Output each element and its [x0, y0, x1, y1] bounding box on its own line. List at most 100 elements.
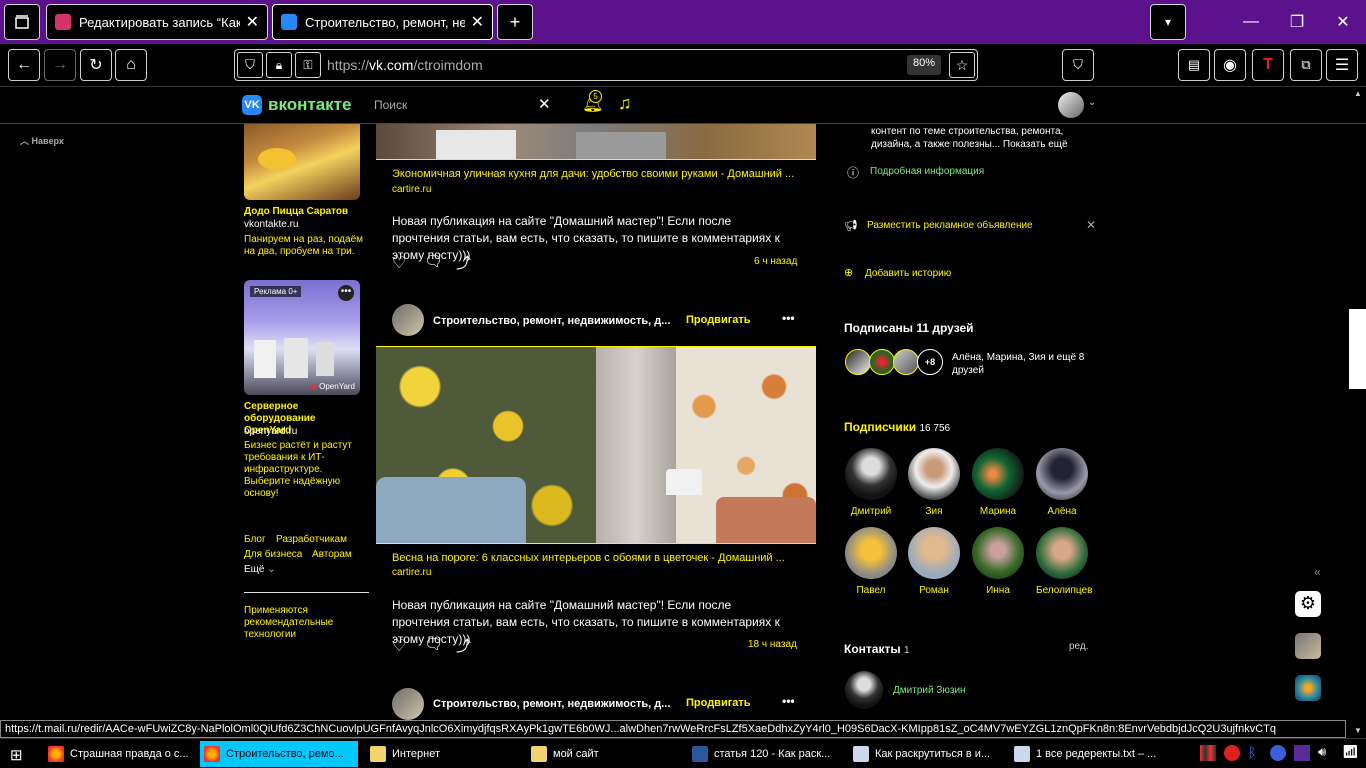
collapse-icon[interactable]: «: [1314, 565, 1321, 579]
scroll-down-icon[interactable]: ▼: [1354, 726, 1362, 735]
gear-icon[interactable]: ⚙: [1295, 591, 1321, 617]
close-tab-icon[interactable]: ✕: [246, 12, 259, 32]
ad-title[interactable]: Додо Пицца Саратов: [244, 206, 348, 217]
avatar[interactable]: [1058, 92, 1084, 118]
comment-icon[interactable]: 🗨︎: [424, 252, 443, 270]
ad-text[interactable]: Панируем на раз, подаём на два, пробуем …: [244, 234, 364, 258]
more-icon[interactable]: •••: [782, 311, 795, 325]
footer-link-business[interactable]: Для бизнеса: [244, 549, 302, 560]
home-button[interactable]: ⌂: [115, 49, 147, 81]
post-time[interactable]: 6 ч назад: [754, 256, 797, 267]
ad-domain[interactable]: openyard.ru: [244, 426, 297, 437]
subscriber[interactable]: Марина: [972, 448, 1024, 517]
bluetooth-icon[interactable]: ᛒ: [1248, 744, 1256, 760]
permissions-icon[interactable]: ⚿: [295, 52, 321, 78]
shield-icon[interactable]: ⛉: [237, 52, 263, 78]
comment-icon[interactable]: 🗨︎: [424, 635, 443, 653]
more-icon[interactable]: •••: [338, 285, 354, 301]
new-tab-button[interactable]: +: [497, 4, 533, 40]
vk-search-input[interactable]: Поиск: [374, 98, 407, 112]
friend-avatar[interactable]: [893, 349, 919, 375]
taskbar-item[interactable]: Как раскрутиться в и...: [849, 741, 1004, 767]
search-clear-icon[interactable]: ✕: [538, 95, 551, 113]
share-icon[interactable]: ⤴: [456, 252, 471, 273]
friend-avatar[interactable]: [869, 349, 895, 375]
footer-link-dev[interactable]: Разработчикам: [276, 534, 347, 545]
post-time[interactable]: 18 ч назад: [748, 639, 797, 650]
vk-logo-text[interactable]: вконтакте: [268, 95, 351, 115]
zoom-level[interactable]: 80%: [907, 55, 942, 75]
ad-image-openyard[interactable]: Реклама 0+ ••• ◉ OpenYard: [244, 280, 360, 395]
contact-name[interactable]: Дмитрий Зюзин: [893, 685, 966, 696]
post-image-interiors[interactable]: [376, 346, 816, 544]
post-link-title[interactable]: Весна на пороге: 6 классных интерьеров с…: [392, 552, 802, 564]
chat-avatar[interactable]: [1295, 633, 1321, 659]
community-avatar[interactable]: [392, 688, 424, 720]
scroll-up-icon[interactable]: ▲: [1354, 89, 1362, 98]
post-link-title[interactable]: Экономичная уличная кухня для дачи: удоб…: [392, 168, 802, 180]
promote-button[interactable]: Продвигать: [686, 314, 751, 326]
scrollbar-thumb[interactable]: [1349, 309, 1366, 389]
subscriber[interactable]: Павел: [845, 527, 897, 596]
star-icon[interactable]: ☆: [949, 52, 975, 78]
community-avatar[interactable]: [392, 304, 424, 336]
contacts-edit-link[interactable]: ред.: [1069, 641, 1089, 652]
maximize-button[interactable]: ❐: [1274, 0, 1320, 44]
subscriber[interactable]: Белолипцев: [1036, 527, 1092, 596]
reader-view-button[interactable]: ▤: [1178, 49, 1210, 81]
taskbar-item[interactable]: мой сайт: [527, 741, 682, 767]
share-icon[interactable]: ⤴: [456, 635, 471, 656]
ad-text[interactable]: Бизнес растёт и растут требования к ИТ-и…: [244, 440, 364, 500]
app-tray-icon[interactable]: [1200, 745, 1216, 761]
footer-link-authors[interactable]: Авторам: [312, 549, 352, 560]
windows-start-icon[interactable]: ⊞: [10, 746, 23, 764]
tab-vk-active[interactable]: Строительство, ремонт, недв ✕: [272, 4, 493, 40]
friends-text[interactable]: Алёна, Марина, Зия и ещё 8 друзей: [952, 351, 1092, 377]
music-icon[interactable]: ♫: [618, 93, 632, 114]
post-link-domain[interactable]: cartire.ru: [392, 184, 431, 195]
onenote-icon[interactable]: [1294, 745, 1310, 761]
back-button[interactable]: ←: [8, 49, 40, 81]
close-icon[interactable]: ✕: [1086, 218, 1096, 232]
like-icon[interactable]: ♡: [392, 253, 406, 273]
footer-link-blog[interactable]: Блог: [244, 534, 266, 545]
taskbar-item[interactable]: Интернет: [366, 741, 521, 767]
chat-avatar[interactable]: [1295, 675, 1321, 701]
post-link-domain[interactable]: cartire.ru: [392, 567, 431, 578]
place-ad-link[interactable]: Разместить рекламное объявление: [867, 220, 1033, 231]
subscriber[interactable]: Роман: [908, 527, 960, 596]
lock-icon[interactable]: 🔒︎: [266, 52, 292, 78]
friends-title[interactable]: Подписаны 11 друзей: [844, 321, 974, 335]
subscriber[interactable]: Дмитрий: [845, 448, 897, 517]
subscriber[interactable]: Алёна: [1036, 448, 1088, 517]
promote-button[interactable]: Продвигать: [686, 697, 751, 709]
opera-icon[interactable]: [1224, 745, 1240, 761]
subscriber[interactable]: Инна: [972, 527, 1024, 596]
recommend-tech-link[interactable]: Применяются рекомендательные технологии: [244, 605, 354, 641]
reload-button[interactable]: ↻: [80, 49, 112, 81]
friends-more-badge[interactable]: +8: [917, 349, 943, 375]
taskbar-item[interactable]: статья 120 - Как раск...: [688, 741, 843, 767]
tab-edit-post[interactable]: Редактировать запись “Как ра ✕: [46, 4, 268, 40]
close-tab-icon[interactable]: ✕: [471, 12, 484, 32]
contact-avatar[interactable]: [845, 671, 883, 709]
account-button[interactable]: ◉: [1214, 49, 1246, 81]
contacts-title[interactable]: Контакты 1: [844, 642, 910, 656]
chevron-down-icon[interactable]: ⌄: [1088, 97, 1096, 108]
taskbar-item[interactable]: 1 все редеректы.txt – ...: [1010, 741, 1190, 767]
close-window-button[interactable]: ✕: [1320, 0, 1366, 44]
post-author[interactable]: Строительство, ремонт, недвижимость, д..…: [433, 315, 670, 327]
minimize-button[interactable]: —: [1228, 0, 1274, 44]
more-info-link[interactable]: Подробная информация: [870, 166, 984, 177]
vk-logo-icon[interactable]: VK: [242, 95, 262, 115]
wifi-icon[interactable]: 📶︎: [1342, 744, 1359, 760]
extensions-button[interactable]: ⧉: [1290, 49, 1322, 81]
footer-link-more[interactable]: Ещё ⌄: [244, 564, 276, 575]
forward-button[interactable]: →: [44, 49, 76, 81]
more-icon[interactable]: •••: [782, 694, 795, 708]
tab-list-button[interactable]: [4, 4, 40, 40]
url-bar[interactable]: ⛉ 🔒︎ ⚿ https://vk.com/ctroimdom 80% ☆: [234, 49, 978, 81]
tray-app-icon[interactable]: [1270, 745, 1286, 761]
post-image[interactable]: [376, 124, 816, 160]
volume-icon[interactable]: 🔊︎: [1318, 744, 1326, 760]
